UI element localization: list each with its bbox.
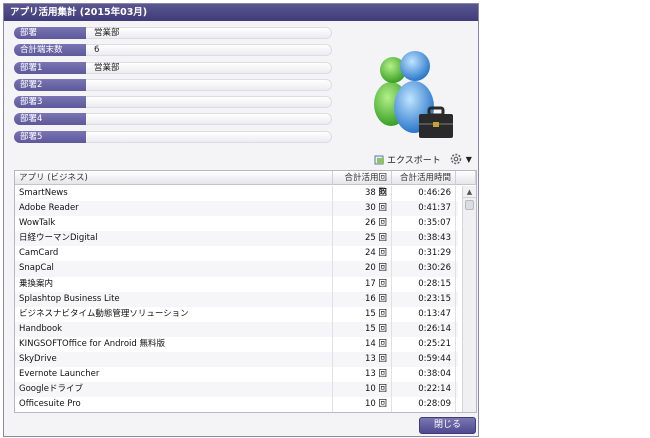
cell-usage-count: 20 回 (333, 261, 392, 277)
table-row[interactable]: ビジネスナビタイム動態管理ソリューション 15 回 0:13:47 (15, 306, 458, 322)
table-row[interactable]: CamCard 24 回 0:31:29 (15, 246, 458, 262)
cell-usage-time: 0:25:21 (392, 336, 456, 353)
cell-app-name: Handbook (15, 321, 333, 337)
cell-app-name: WowTalk (15, 216, 333, 232)
info-row: 部署1 営業部 (14, 61, 332, 74)
table-row[interactable]: SmartNews 38 回 0:46:26 (15, 186, 458, 202)
export-toolbar: エクスポート ▼ (374, 152, 472, 166)
business-users-icon (369, 44, 459, 144)
cell-app-name: Officesuite Pro (15, 397, 333, 412)
cell-usage-count: 24 回 (333, 246, 392, 262)
cell-usage-count: 30 回 (333, 201, 392, 217)
column-header-time[interactable]: 合計活用時間 (392, 171, 456, 184)
cell-app-name: 乗換案内 (15, 276, 333, 292)
app-usage-table: アプリ (ビジネス) 合計活用回数 合計活用時間 SmartNews 38 回 0:… (14, 170, 477, 413)
cell-usage-count: 14 回 (333, 336, 392, 353)
cell-usage-time: 0:38:04 (392, 367, 456, 383)
cell-usage-time: 0:31:29 (392, 246, 456, 262)
cell-app-name: Splashtop Business Lite (15, 291, 333, 307)
table-row[interactable]: Splashtop Business Lite 16 回 0:23:15 (15, 291, 458, 307)
table-row[interactable]: KINGSOFTOffice for Android 無料版 14 回 0:25:2… (15, 336, 458, 353)
cell-app-name: Adobe Reader (15, 201, 333, 217)
table-row[interactable]: Evernote Launcher 13 回 0:38:04 (15, 367, 458, 383)
cell-app-name: ビジネスナビタイム動態管理ソリューション (15, 306, 333, 322)
cell-usage-count: 16 回 (333, 291, 392, 307)
table-row[interactable]: Googleドライブ 10 回 0:22:14 (15, 382, 458, 398)
table-row[interactable]: SkyDrive 13 回 0:59:44 (15, 352, 458, 368)
export-icon (374, 155, 384, 164)
cell-usage-time: 0:22:14 (392, 382, 456, 398)
column-header-spacer (456, 171, 476, 184)
cell-app-name: SmartNews (15, 186, 333, 202)
cell-usage-count: 15 回 (333, 306, 392, 322)
info-row-label: 部署3 (14, 96, 86, 109)
info-panel: 部署 営業部 合計端末数 6 部署1 営業部 部署2 部署3 部署4 部署5 (14, 27, 332, 148)
close-button[interactable]: 閉じる (419, 417, 476, 434)
cell-app-name: SkyDrive (15, 352, 333, 368)
table-row[interactable]: 日経ウーマンDigital 25 回 0:38:43 (15, 231, 458, 247)
app-usage-dialog: アプリ活用集計 (2015年03月) 部署 営業部 合計端末数 6 部署1 営業部 部署2 部… (3, 3, 479, 437)
cell-usage-count: 25 回 (333, 231, 392, 247)
cell-usage-time: 0:35:07 (392, 216, 456, 232)
cell-usage-count: 10 回 (333, 382, 392, 398)
cell-usage-time: 0:46:26 (392, 186, 456, 202)
export-button[interactable]: エクスポート (374, 153, 441, 166)
info-row: 部署5 (14, 130, 332, 143)
cell-usage-count: 26 回 (333, 216, 392, 232)
chevron-down-icon[interactable]: ▼ (466, 155, 472, 164)
dialog-title: アプリ活用集計 (2015年03月) (4, 4, 478, 21)
cell-app-name: CamCard (15, 246, 333, 262)
info-row-label: 部署 (14, 27, 86, 39)
table-body: SmartNews 38 回 0:46:26 Adobe Reader 30 回 0:41… (15, 186, 458, 412)
cell-app-name: 日経ウーマンDigital (15, 231, 333, 247)
cell-usage-time: 0:23:15 (392, 291, 456, 307)
info-row-label: 部署4 (14, 113, 86, 126)
cell-usage-time: 0:13:47 (392, 306, 456, 322)
cell-app-name: Evernote Launcher (15, 367, 333, 383)
column-header-count[interactable]: 合計活用回数 (333, 171, 392, 197)
cell-usage-count: 10 回 (333, 397, 392, 412)
cell-usage-time: 0:26:14 (392, 321, 456, 337)
cell-usage-count: 15 回 (333, 321, 392, 337)
info-row-label: 部署1 (14, 61, 86, 74)
column-header-app[interactable]: アプリ (ビジネス) (15, 171, 333, 184)
table-row[interactable]: Handbook 15 回 0:26:14 (15, 321, 458, 337)
cell-usage-time: 0:30:26 (392, 261, 456, 277)
cell-usage-count: 38 回 (333, 186, 392, 202)
table-row[interactable]: 乗換案内 17 回 0:28:15 (15, 276, 458, 292)
cell-usage-count: 17 回 (333, 276, 392, 292)
gear-icon[interactable] (450, 153, 462, 165)
table-header: アプリ (ビジネス) 合計活用回数 合計活用時間 (15, 171, 476, 197)
cell-usage-count: 13 回 (333, 367, 392, 383)
table-row[interactable]: Adobe Reader 30 回 0:41:37 (15, 201, 458, 217)
info-row-value: 営業部 (94, 62, 120, 73)
cell-usage-time: 0:59:44 (392, 352, 456, 368)
cell-usage-time: 0:28:15 (392, 276, 456, 292)
table-row[interactable]: Officesuite Pro 10 回 0:28:09 (15, 397, 458, 412)
info-row: 部署 営業部 (14, 27, 332, 39)
scroll-up-icon[interactable]: ▲ (463, 186, 476, 198)
cell-app-name: Googleドライブ (15, 382, 333, 398)
info-row: 合計端末数 6 (14, 44, 332, 57)
scrollbar-thumb[interactable] (465, 200, 474, 210)
table-row[interactable]: WowTalk 26 回 0:35:07 (15, 216, 458, 232)
info-row-label: 合計端末数 (14, 44, 86, 57)
info-row-value: 6 (94, 45, 100, 56)
cell-usage-time: 0:38:43 (392, 231, 456, 247)
cell-app-name: SnapCal (15, 261, 333, 277)
table-row[interactable]: SnapCal 20 回 0:30:26 (15, 261, 458, 277)
cell-usage-count: 13 回 (333, 352, 392, 368)
info-row-label: 部署2 (14, 78, 86, 91)
cell-usage-time: 0:28:09 (392, 397, 456, 412)
info-row: 部署4 (14, 113, 332, 126)
vertical-scrollbar[interactable]: ▲ (462, 186, 476, 412)
info-row: 部署2 (14, 78, 332, 91)
cell-usage-time: 0:41:37 (392, 201, 456, 217)
info-row-value: 営業部 (94, 28, 120, 38)
export-label: エクスポート (387, 155, 441, 166)
cell-app-name: KINGSOFTOffice for Android 無料版 (15, 336, 333, 353)
info-row: 部署3 (14, 96, 332, 109)
info-row-label: 部署5 (14, 130, 86, 143)
